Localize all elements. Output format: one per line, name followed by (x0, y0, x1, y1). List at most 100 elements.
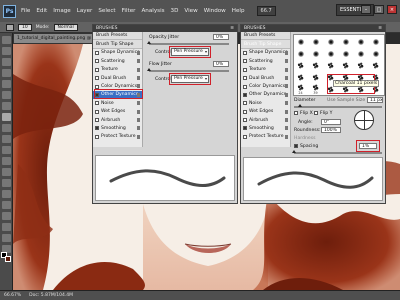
background-color-swatch[interactable] (5, 256, 11, 262)
lock-icon[interactable] (137, 109, 140, 114)
slider-knob[interactable] (147, 68, 151, 71)
lock-icon[interactable] (137, 126, 140, 131)
category-shape-dynamics[interactable]: Shape Dynamics (241, 49, 290, 57)
minimize-button[interactable]: – (361, 5, 371, 14)
lock-icon[interactable] (285, 134, 288, 139)
category-wet-edges[interactable]: Wet Edges (93, 108, 142, 116)
brush-tip-preset[interactable] (325, 60, 336, 71)
wet-edges-checkbox[interactable] (95, 109, 99, 114)
category-protect-texture[interactable]: Protect Texture (93, 133, 142, 141)
brush-tip-preset[interactable] (295, 60, 306, 71)
lock-icon[interactable] (285, 67, 288, 72)
move-tool-icon[interactable] (2, 36, 11, 44)
category-noise[interactable]: Noise (93, 99, 142, 107)
texture-checkbox[interactable] (243, 67, 247, 72)
slider-knob[interactable] (147, 41, 151, 44)
brush-tip-preset[interactable]: 24 (295, 84, 306, 95)
menu-filter[interactable]: Filter (122, 8, 136, 14)
angle-dial[interactable] (354, 110, 374, 130)
brush-size-picker[interactable]: 10 (18, 23, 32, 31)
shape-dynamics-checkbox[interactable] (95, 50, 99, 55)
maximize-button[interactable]: □ (374, 5, 384, 14)
noise-checkbox[interactable] (243, 101, 247, 106)
menu-layer[interactable]: Layer (77, 8, 93, 14)
hand-tool-icon[interactable] (2, 234, 11, 242)
brush-tip-preset[interactable] (340, 48, 351, 59)
use-sample-size-button[interactable]: Use Sample Size (327, 98, 365, 103)
flow-jitter-field[interactable]: 0% (213, 61, 229, 67)
flip-x-checkbox[interactable] (294, 111, 298, 115)
diameter-field[interactable]: 11 px (367, 97, 383, 103)
lock-icon[interactable] (137, 101, 140, 106)
menu-select[interactable]: Select (98, 8, 115, 14)
spacing-slider[interactable] (292, 150, 382, 154)
lock-icon[interactable] (137, 117, 140, 122)
opacity-jitter-field[interactable]: 0% (213, 34, 229, 40)
panel-menu-icon[interactable]: ≡ (378, 25, 382, 32)
roundness-field[interactable]: 100% (321, 127, 341, 133)
lock-icon[interactable] (137, 59, 140, 64)
category-shape-dynamics[interactable]: Shape Dynamics (93, 49, 142, 57)
dodge-tool-icon[interactable] (2, 179, 11, 187)
category-noise[interactable]: Noise (241, 99, 290, 107)
zoom-level[interactable]: 66.7 (256, 6, 276, 16)
opacity-jitter-slider[interactable] (147, 41, 229, 45)
dual-brush-checkbox[interactable] (243, 76, 247, 81)
brush-tip-preset[interactable] (295, 48, 306, 59)
smoothing-checkbox[interactable] (243, 126, 247, 131)
category-brush-tip-shape[interactable]: Brush Tip Shape (241, 40, 290, 49)
category-scattering[interactable]: Scattering (241, 57, 290, 65)
brush-tip-preset[interactable] (355, 60, 366, 71)
lock-icon[interactable] (137, 84, 140, 89)
color-dynamics-checkbox[interactable] (243, 84, 247, 89)
wet-edges-checkbox[interactable] (243, 109, 247, 114)
scattering-checkbox[interactable] (95, 59, 99, 64)
shape-dynamics-checkbox[interactable] (243, 50, 247, 55)
lock-icon[interactable] (285, 109, 288, 114)
type-tool-icon[interactable] (2, 201, 11, 209)
slider-knob[interactable] (298, 104, 302, 107)
brush-tip-preset[interactable] (325, 36, 336, 47)
brush-tip-preset[interactable] (340, 36, 351, 47)
flow-jitter-slider[interactable] (147, 68, 229, 72)
protect-texture-checkbox[interactable] (243, 134, 247, 139)
healing-tool-icon[interactable] (2, 102, 11, 110)
brush-tip-preset[interactable] (295, 72, 306, 83)
brush-tip-preset[interactable] (370, 48, 381, 59)
flip-y-checkbox[interactable] (314, 111, 318, 115)
menu-edit[interactable]: Edit (36, 8, 47, 14)
category-airbrush[interactable]: Airbrush (93, 116, 142, 124)
shape-tool-icon[interactable] (2, 223, 11, 231)
category-scattering[interactable]: Scattering (93, 57, 142, 65)
brush-tip-preset[interactable] (310, 48, 321, 59)
lock-icon[interactable] (285, 92, 288, 97)
airbrush-checkbox[interactable] (243, 118, 247, 123)
brush-tip-preset[interactable] (355, 48, 366, 59)
lock-icon[interactable] (285, 126, 288, 131)
category-texture[interactable]: Texture (241, 66, 290, 74)
category-brush-presets[interactable]: Brush Presets (241, 32, 290, 41)
menu-analysis[interactable]: Analysis (141, 8, 164, 14)
category-wet-edges[interactable]: Wet Edges (241, 108, 290, 116)
history-brush-tool-icon[interactable] (2, 135, 11, 143)
brush-tip-preset[interactable] (310, 60, 321, 71)
menu-view[interactable]: View (184, 8, 197, 14)
lasso-tool-icon[interactable] (2, 58, 11, 66)
brush-tip-preset[interactable] (355, 36, 366, 47)
brush-tip-preset[interactable] (340, 60, 351, 71)
mode-select[interactable]: Normal (53, 23, 78, 31)
other-dynamics-checkbox[interactable] (243, 92, 247, 97)
brush-tip-preset[interactable] (310, 36, 321, 47)
brush-tip-preset[interactable] (325, 48, 336, 59)
close-button[interactable]: × (387, 5, 397, 14)
lock-icon[interactable] (285, 101, 288, 106)
lock-icon[interactable] (285, 75, 288, 80)
brush-tip-preset[interactable] (310, 72, 321, 83)
eyedropper-tool-icon[interactable] (2, 91, 11, 99)
menu-help[interactable]: Help (232, 8, 245, 14)
category-dual-brush[interactable]: Dual Brush (241, 74, 290, 82)
category-smoothing[interactable]: Smoothing (93, 124, 142, 132)
brush-tip-preset[interactable] (370, 36, 381, 47)
lock-icon[interactable] (285, 84, 288, 89)
angle-field[interactable]: 0° (321, 119, 341, 125)
